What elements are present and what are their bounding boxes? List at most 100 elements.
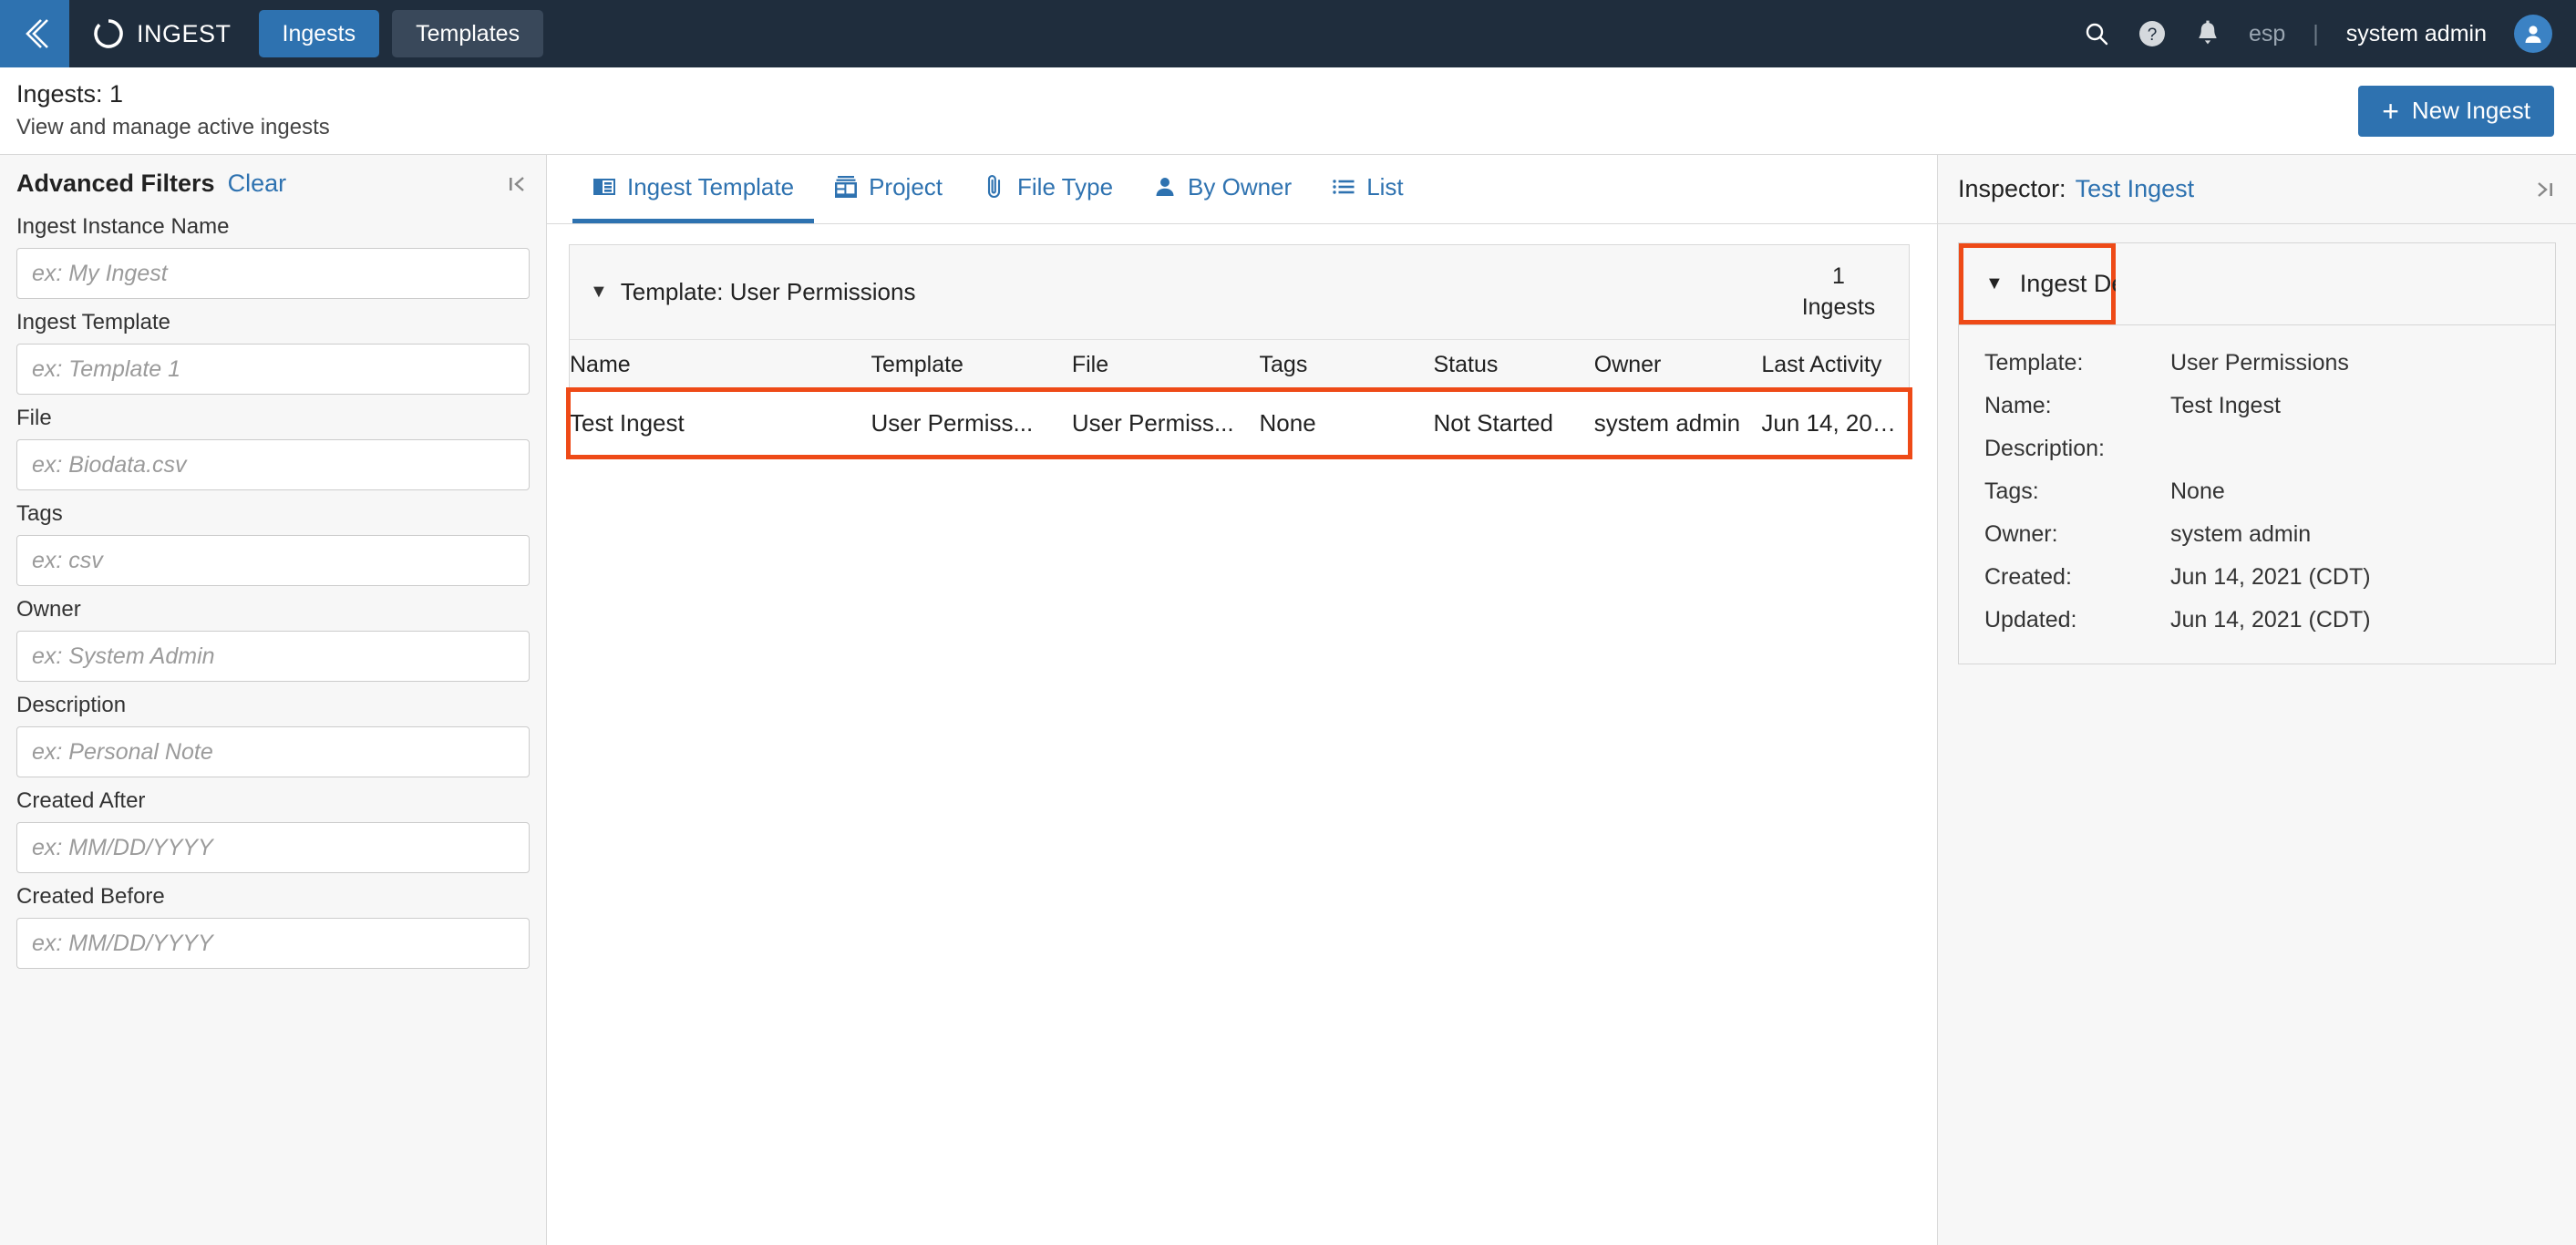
- filter-tags: Tags: [16, 501, 530, 586]
- ingest-grid: ▼ Template: User Permissions 1 Ingests N…: [566, 244, 1912, 459]
- file-input[interactable]: [16, 439, 530, 490]
- field-label: Ingest Instance Name: [16, 214, 230, 239]
- nav-separator: |: [2313, 20, 2319, 46]
- language-selector[interactable]: esp: [2249, 21, 2285, 47]
- search-icon: [2086, 23, 2108, 46]
- inspector-target-link[interactable]: Test Ingest: [2076, 175, 2195, 203]
- accordion-header-wrap: ▼ Ingest Details: [1959, 243, 2555, 325]
- detail-value: Jun 14, 2021 (CDT): [2170, 607, 2371, 633]
- new-ingest-button[interactable]: + New Ingest: [2358, 85, 2554, 137]
- detail-row-description: Description:: [1959, 427, 2555, 470]
- detail-label: Name:: [1984, 393, 2052, 418]
- group-collapse-caret-icon[interactable]: ▼: [590, 282, 608, 303]
- table-header: Name Template File Tags Status Owner Las…: [570, 340, 1909, 391]
- notifications-button[interactable]: [2194, 19, 2221, 48]
- svg-text:?: ?: [2148, 26, 2158, 45]
- field-label: Created Before: [16, 884, 165, 909]
- clear-filters-link[interactable]: Clear: [228, 170, 287, 198]
- back-button[interactable]: [0, 0, 69, 67]
- inspector-collapse-button[interactable]: [2532, 178, 2556, 201]
- detail-value: Jun 14, 2021 (CDT): [2170, 564, 2371, 590]
- inspector-header: Inspector: Test Ingest: [1938, 155, 2576, 224]
- accordion-caret-icon[interactable]: ▼: [1985, 273, 2004, 294]
- primary-nav-tabs: Ingests Templates: [258, 10, 544, 57]
- cell-name[interactable]: Test Ingest: [570, 391, 871, 457]
- sidebar-collapse-button[interactable]: [506, 172, 530, 196]
- filter-description: Description: [16, 693, 530, 777]
- username-label: system admin: [2345, 20, 2487, 46]
- column-header-last-activity[interactable]: Last Activity: [1761, 340, 1909, 391]
- detail-label: Tags:: [1984, 478, 2039, 504]
- detail-row-tags: Tags: None: [1959, 470, 2555, 513]
- ingest-details-accordion-header[interactable]: ▼ Ingest Details: [1959, 243, 2169, 324]
- tab-label: Ingest Template: [627, 172, 795, 201]
- page-subtitle: View and manage active ingests: [16, 114, 330, 139]
- filter-created-before: Created Before: [16, 884, 530, 969]
- tab-by-owner[interactable]: By Owner: [1133, 155, 1312, 223]
- ring-logo-icon: [94, 19, 123, 48]
- field-label: Owner: [16, 597, 81, 622]
- question-help-icon: ?: [2138, 21, 2165, 46]
- detail-row-updated: Updated: Jun 14, 2021 (CDT): [1959, 599, 2555, 642]
- cell-template[interactable]: User Permiss...: [871, 391, 1072, 457]
- list-icon: [1333, 180, 1355, 194]
- tab-label: Project: [869, 172, 943, 201]
- field-label: Ingest Template: [16, 310, 170, 334]
- tab-file-type[interactable]: File Type: [963, 155, 1133, 223]
- ingest-table: Name Template File Tags Status Owner Las…: [566, 340, 1912, 459]
- detail-label: Owner:: [1984, 521, 2058, 547]
- filter-file: File: [16, 406, 530, 490]
- tab-list[interactable]: List: [1312, 155, 1423, 223]
- ingest-template-icon: [593, 179, 615, 195]
- tags-input[interactable]: [16, 535, 530, 586]
- page-title-bar: Ingests: 1 View and manage active ingest…: [0, 67, 2576, 155]
- detail-label: Template:: [1984, 350, 2084, 376]
- detail-value: User Permissions: [2170, 350, 2349, 376]
- collapse-left-icon: [510, 176, 524, 191]
- ingest-instance-name-input[interactable]: [16, 248, 530, 299]
- column-header-name[interactable]: Name: [570, 340, 871, 391]
- column-header-status[interactable]: Status: [1433, 340, 1594, 391]
- nav-tab-ingests[interactable]: Ingests: [258, 10, 380, 57]
- page-title: Ingests: 1: [16, 79, 124, 108]
- description-input[interactable]: [16, 726, 530, 777]
- detail-label: Created:: [1984, 564, 2072, 590]
- ingest-template-input[interactable]: [16, 344, 530, 395]
- nav-tab-templates[interactable]: Templates: [392, 10, 544, 57]
- group-count: 1 Ingests: [1788, 262, 1889, 324]
- person-icon: [1156, 178, 1174, 196]
- field-label: File: [16, 406, 52, 430]
- tab-label: File Type: [1017, 172, 1114, 201]
- sidebar-header: Advanced Filters Clear: [16, 155, 530, 203]
- search-button[interactable]: [2083, 20, 2110, 47]
- column-header-file[interactable]: File: [1071, 340, 1260, 391]
- top-navigation-bar: INGEST Ingests Templates ? esp | system …: [0, 0, 2576, 67]
- detail-row-created: Created: Jun 14, 2021 (CDT): [1959, 556, 2555, 599]
- cell-status: Not Started: [1433, 409, 1553, 437]
- cell-file[interactable]: User Permiss...: [1072, 391, 1260, 457]
- detail-row-owner: Owner: system admin: [1959, 513, 2555, 556]
- page-title-block: Ingests: 1 View and manage active ingest…: [16, 79, 330, 142]
- project-icon: [835, 176, 858, 198]
- created-after-input[interactable]: [16, 822, 530, 873]
- column-header-template[interactable]: Template: [871, 340, 1072, 391]
- column-header-owner[interactable]: Owner: [1593, 340, 1762, 391]
- field-label: Tags: [16, 501, 63, 526]
- tab-project[interactable]: Project: [814, 155, 963, 223]
- column-header-tags[interactable]: Tags: [1259, 340, 1434, 391]
- owner-input[interactable]: [16, 631, 530, 682]
- inspector-title: Inspector:: [1958, 175, 2066, 202]
- detail-value: None: [2170, 478, 2225, 504]
- avatar[interactable]: [2514, 15, 2552, 53]
- field-label: Description: [16, 693, 127, 717]
- detail-label: Updated:: [1984, 607, 2077, 633]
- table-row[interactable]: Test Ingest User Permiss... User Permiss…: [566, 386, 1912, 459]
- ingest-details-list: Template: User Permissions Name: Test In…: [1959, 325, 2555, 664]
- filter-ingest-template: Ingest Template: [16, 310, 530, 395]
- created-before-input[interactable]: [16, 918, 530, 969]
- ingest-details-card: ▼ Ingest Details Template: User Permissi…: [1958, 242, 2556, 664]
- help-button[interactable]: ?: [2138, 19, 2167, 48]
- group-header-row[interactable]: ▼ Template: User Permissions 1 Ingests: [570, 245, 1909, 340]
- tab-ingest-template[interactable]: Ingest Template: [572, 155, 815, 223]
- detail-value: system admin: [2170, 521, 2312, 547]
